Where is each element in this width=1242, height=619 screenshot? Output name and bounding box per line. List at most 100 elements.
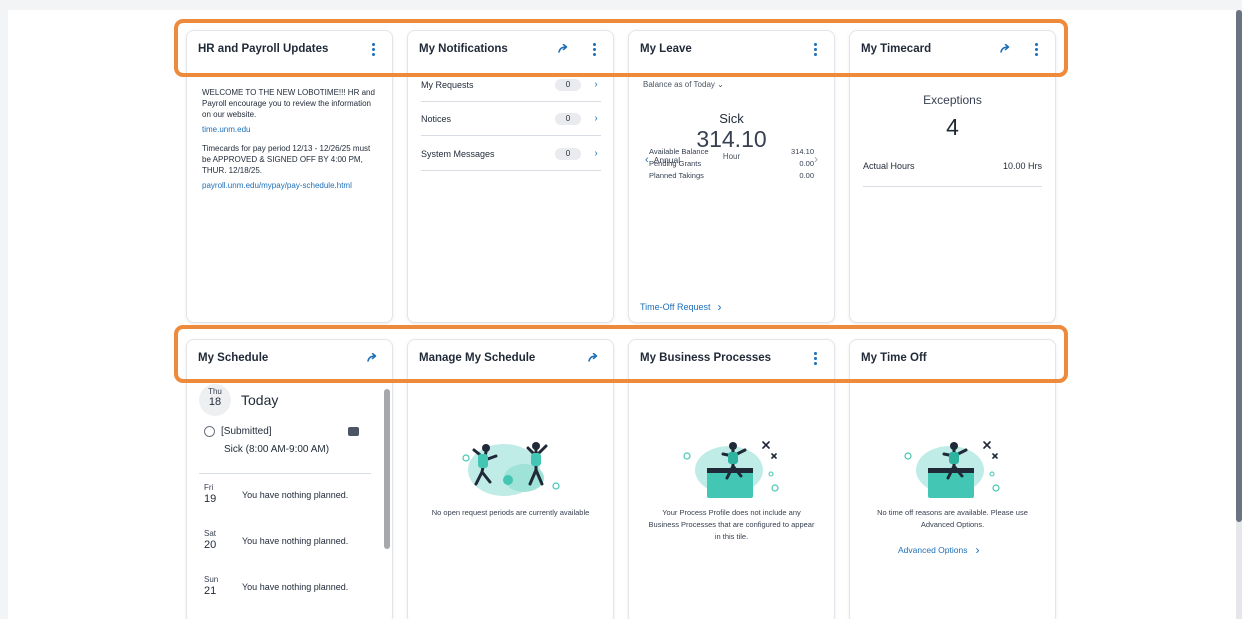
leave-type: Sick xyxy=(719,111,744,126)
chevron-right-icon[interactable]: › xyxy=(814,152,818,166)
person-on-laptop-illustration xyxy=(682,441,779,498)
tile-my-time-off: My Time Off No time off reasons are avai… xyxy=(849,339,1056,619)
leave-detail-value: 0.00 xyxy=(799,159,814,168)
exceptions-label: Exceptions xyxy=(923,93,982,107)
divider xyxy=(199,473,371,474)
notification-row-system-messages[interactable]: System Messages 0 › xyxy=(421,137,601,171)
tile-title: My Schedule xyxy=(198,352,269,364)
chevron-down-icon: ⌄ xyxy=(717,80,724,89)
empty-state-message: No time off reasons are available. Pleas… xyxy=(877,508,1028,529)
schedule-entry[interactable]: Sick (8:00 AM-9:00 AM) xyxy=(224,444,329,455)
empty-state-message: No open request periods are currently av… xyxy=(431,508,590,517)
schedule-day-row: Sat 20 You have nothing planned. xyxy=(204,529,374,559)
tile-my-leave: My Leave Balance as of Today ⌄ Sick 314.… xyxy=(628,30,835,323)
leave-detail-row: Pending Grants 0.00 xyxy=(649,159,814,168)
schedule-scrollbar[interactable] xyxy=(384,389,390,549)
day-summary: You have nothing planned. xyxy=(242,536,349,546)
notification-row-my-requests[interactable]: My Requests 0 › xyxy=(421,68,601,102)
schedule-day-row: Sun 21 You have nothing planned. xyxy=(204,575,374,605)
count-badge: 0 xyxy=(555,112,581,125)
actual-hours-value: 10.00 Hrs xyxy=(1002,161,1042,171)
hr-updates-content: WELCOME TO THE NEW LOBOTIME!!! HR and Pa… xyxy=(202,87,380,199)
chevron-right-icon: › xyxy=(975,543,980,557)
arrow-right-icon[interactable] xyxy=(586,350,602,366)
actual-hours-row: Actual Hours 10.00 Hrs xyxy=(863,161,1042,187)
day-number: 20 xyxy=(204,539,217,551)
arrow-right-icon[interactable] xyxy=(365,350,381,366)
day-of-week: Sat xyxy=(204,529,217,538)
day-summary: You have nothing planned. xyxy=(242,582,349,592)
notification-label: Notices xyxy=(421,113,452,124)
balance-as-of-dropdown[interactable]: Balance as of Today ⌄ xyxy=(643,80,724,89)
leave-detail-value: 314.10 xyxy=(791,147,814,156)
count-badge: 0 xyxy=(555,78,581,91)
notification-label: My Requests xyxy=(421,79,474,90)
leave-detail-label: Planned Takings xyxy=(649,171,704,180)
clock-icon xyxy=(204,426,215,437)
celebration-illustration xyxy=(461,442,560,496)
day-summary: You have nothing planned. xyxy=(242,490,349,500)
hr-deadline-text: Timecards for pay period 12/13 - 12/26/2… xyxy=(202,144,371,175)
day-of-week: Fri xyxy=(204,483,214,492)
day-of-week: Thu xyxy=(208,387,222,396)
hr-welcome-text: WELCOME TO THE NEW LOBOTIME!!! HR and Pa… xyxy=(202,88,375,119)
tile-header: Manage My Schedule xyxy=(408,340,613,376)
pay-schedule-link[interactable]: payroll.unm.edu/mypay/pay-schedule.html xyxy=(202,180,380,191)
tile-header: My Time Off xyxy=(850,340,1055,376)
notification-label: System Messages xyxy=(421,148,495,159)
kebab-menu-icon[interactable] xyxy=(1028,41,1044,57)
leave-detail-row: Available Balance 314.10 xyxy=(649,147,814,156)
exceptions-count: 4 xyxy=(946,114,959,140)
leave-detail-label: Available Balance xyxy=(649,147,709,156)
comment-icon[interactable] xyxy=(348,427,359,436)
kebab-menu-icon[interactable] xyxy=(586,41,602,57)
empty-state-message: Your Process Profile does not include an… xyxy=(648,508,815,541)
tile-header: HR and Payroll Updates xyxy=(187,31,392,67)
advanced-options-link[interactable]: Advanced Options › xyxy=(898,543,979,557)
chevron-right-icon: › xyxy=(594,113,598,124)
arrow-right-icon[interactable] xyxy=(998,41,1014,57)
day-number: 19 xyxy=(204,493,217,505)
advanced-options-label: Advanced Options xyxy=(898,545,968,555)
tile-title: Manage My Schedule xyxy=(419,352,536,364)
tile-my-schedule: My Schedule Thu 18 Today [Submitted] Sic… xyxy=(186,339,393,619)
time-off-request-label: Time-Off Request xyxy=(640,302,711,312)
leave-detail-value: 0.00 xyxy=(799,171,814,180)
tile-header: My Leave xyxy=(629,31,834,67)
count-badge: 0 xyxy=(555,147,581,160)
schedule-day-row: Fri 19 You have nothing planned. xyxy=(204,483,374,513)
chevron-right-icon: › xyxy=(594,148,598,159)
tile-title: My Notifications xyxy=(419,43,508,55)
tile-header: My Notifications xyxy=(408,31,613,67)
page-scrollbar-thumb[interactable] xyxy=(1236,10,1242,522)
tile-manage-my-schedule: Manage My Schedule No open request perio… xyxy=(407,339,614,619)
tile-header: My Timecard xyxy=(850,31,1055,67)
kebab-menu-icon[interactable] xyxy=(365,41,381,57)
tile-header: My Schedule xyxy=(187,340,392,376)
person-on-laptop-illustration xyxy=(903,441,1000,498)
tile-title: My Time Off xyxy=(861,352,927,364)
leave-detail-label: Pending Grants xyxy=(649,159,702,168)
tile-header: My Business Processes xyxy=(629,340,834,376)
tile-my-timecard: My Timecard Exceptions 4 Actual Hours 10… xyxy=(849,30,1056,323)
kebab-menu-icon[interactable] xyxy=(807,350,823,366)
submitted-status: [Submitted] xyxy=(204,426,272,437)
tile-my-notifications: My Notifications My Requests 0 › Notices… xyxy=(407,30,614,323)
submitted-label: [Submitted] xyxy=(221,426,272,437)
actual-hours-label: Actual Hours xyxy=(863,161,915,171)
time-unm-link[interactable]: time.unm.edu xyxy=(202,124,380,135)
tile-title: My Timecard xyxy=(861,43,932,55)
tile-title: My Business Processes xyxy=(640,352,772,364)
balance-as-of-label: Balance as of Today xyxy=(643,80,715,89)
day-of-week: Sun xyxy=(204,575,219,584)
tile-title: HR and Payroll Updates xyxy=(198,43,329,55)
tile-title: My Leave xyxy=(640,43,692,55)
leave-detail-row: Planned Takings 0.00 xyxy=(649,171,814,180)
tile-hr-payroll-updates: HR and Payroll Updates WELCOME TO THE NE… xyxy=(186,30,393,323)
notification-row-notices[interactable]: Notices 0 › xyxy=(421,102,601,136)
today-date-badge: Thu 18 xyxy=(199,384,231,416)
arrow-right-icon[interactable] xyxy=(556,41,572,57)
chevron-right-icon: › xyxy=(717,300,722,314)
time-off-request-link[interactable]: Time-Off Request › xyxy=(640,300,722,314)
kebab-menu-icon[interactable] xyxy=(807,41,823,57)
